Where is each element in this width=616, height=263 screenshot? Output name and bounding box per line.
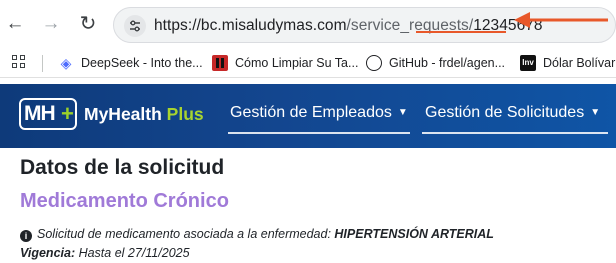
caret-down-icon: ▼ <box>397 107 408 118</box>
nav-gestion-empleados[interactable]: Gestión de Empleados ▼ <box>230 104 408 122</box>
bookmark-label: Dólar Bolívar v <box>543 56 616 70</box>
url-host: https://bc.misaludymas.com <box>154 17 347 34</box>
reload-icon[interactable]: ↻ <box>75 11 101 37</box>
bookmark-label: GitHub - frdel/agen... <box>389 56 506 70</box>
annotation-underline <box>416 31 506 33</box>
back-arrow-icon[interactable]: ← <box>2 11 28 37</box>
pause-icon <box>212 54 228 71</box>
brand-accent: Plus <box>166 104 204 124</box>
annotation-arrow-icon <box>514 12 608 28</box>
bookmark-github[interactable]: GitHub - frdel/agen... <box>366 54 505 72</box>
bookmarks-bar: ◈ DeepSeek - Into the... Cómo Limpiar Su … <box>0 48 616 78</box>
browser-toolbar: ← → ↻ https://bc.misaludymas.com/service… <box>0 0 616 48</box>
logo-letters: MH <box>24 102 56 125</box>
vigencia-label: Vigencia: <box>20 246 76 260</box>
caret-down-icon: ▼ <box>590 107 601 118</box>
disease-name: HIPERTENSIÓN ARTERIAL <box>334 227 494 241</box>
vigencia-value: Hasta el 27/11/2025 <box>75 246 190 260</box>
myhealth-logo[interactable]: MH + <box>19 98 77 130</box>
forward-arrow-icon[interactable]: → <box>38 11 64 37</box>
apps-grid-icon[interactable] <box>12 55 27 70</box>
info-text: Solicitud de medicamento asociada a la e… <box>37 227 335 241</box>
github-icon <box>366 54 382 71</box>
brand-main: MyHealth <box>84 104 162 124</box>
info-icon: i <box>20 230 32 242</box>
brand-name[interactable]: MyHealth Plus <box>84 104 204 125</box>
app-navbar: MH + MyHealth Plus Gestión de Empleados ▼… <box>0 84 616 148</box>
bookmark-dolar[interactable]: Inv Dólar Bolívar v <box>520 54 616 72</box>
bookmark-limpiar[interactable]: Cómo Limpiar Su Ta... <box>212 54 358 72</box>
nav-gestion-solicitudes[interactable]: Gestión de Solicitudes ▼ <box>425 104 600 122</box>
request-info-line: i Solicitud de medicamento asociada a la … <box>20 227 494 242</box>
investing-icon: Inv <box>520 54 536 71</box>
site-info-icon[interactable] <box>124 15 146 37</box>
nav-underline-empleados <box>228 132 410 134</box>
request-type-subtitle: Medicamento Crónico <box>20 190 229 212</box>
vigencia-line: Vigencia: Hasta el 27/11/2025 <box>20 246 190 260</box>
bookmark-label: DeepSeek - Into the... <box>81 56 203 70</box>
bookmarks-divider <box>42 55 43 72</box>
nav-label: Gestión de Empleados <box>230 104 392 121</box>
deepseek-icon: ◈ <box>60 54 72 71</box>
nav-label: Gestión de Solicitudes <box>425 104 585 121</box>
bookmark-deepseek[interactable]: ◈ DeepSeek - Into the... <box>58 54 203 72</box>
page-title: Datos de la solicitud <box>20 156 225 179</box>
bookmark-label: Cómo Limpiar Su Ta... <box>235 56 359 70</box>
logo-plus-icon: + <box>61 101 74 126</box>
nav-underline-solicitudes <box>422 132 608 134</box>
